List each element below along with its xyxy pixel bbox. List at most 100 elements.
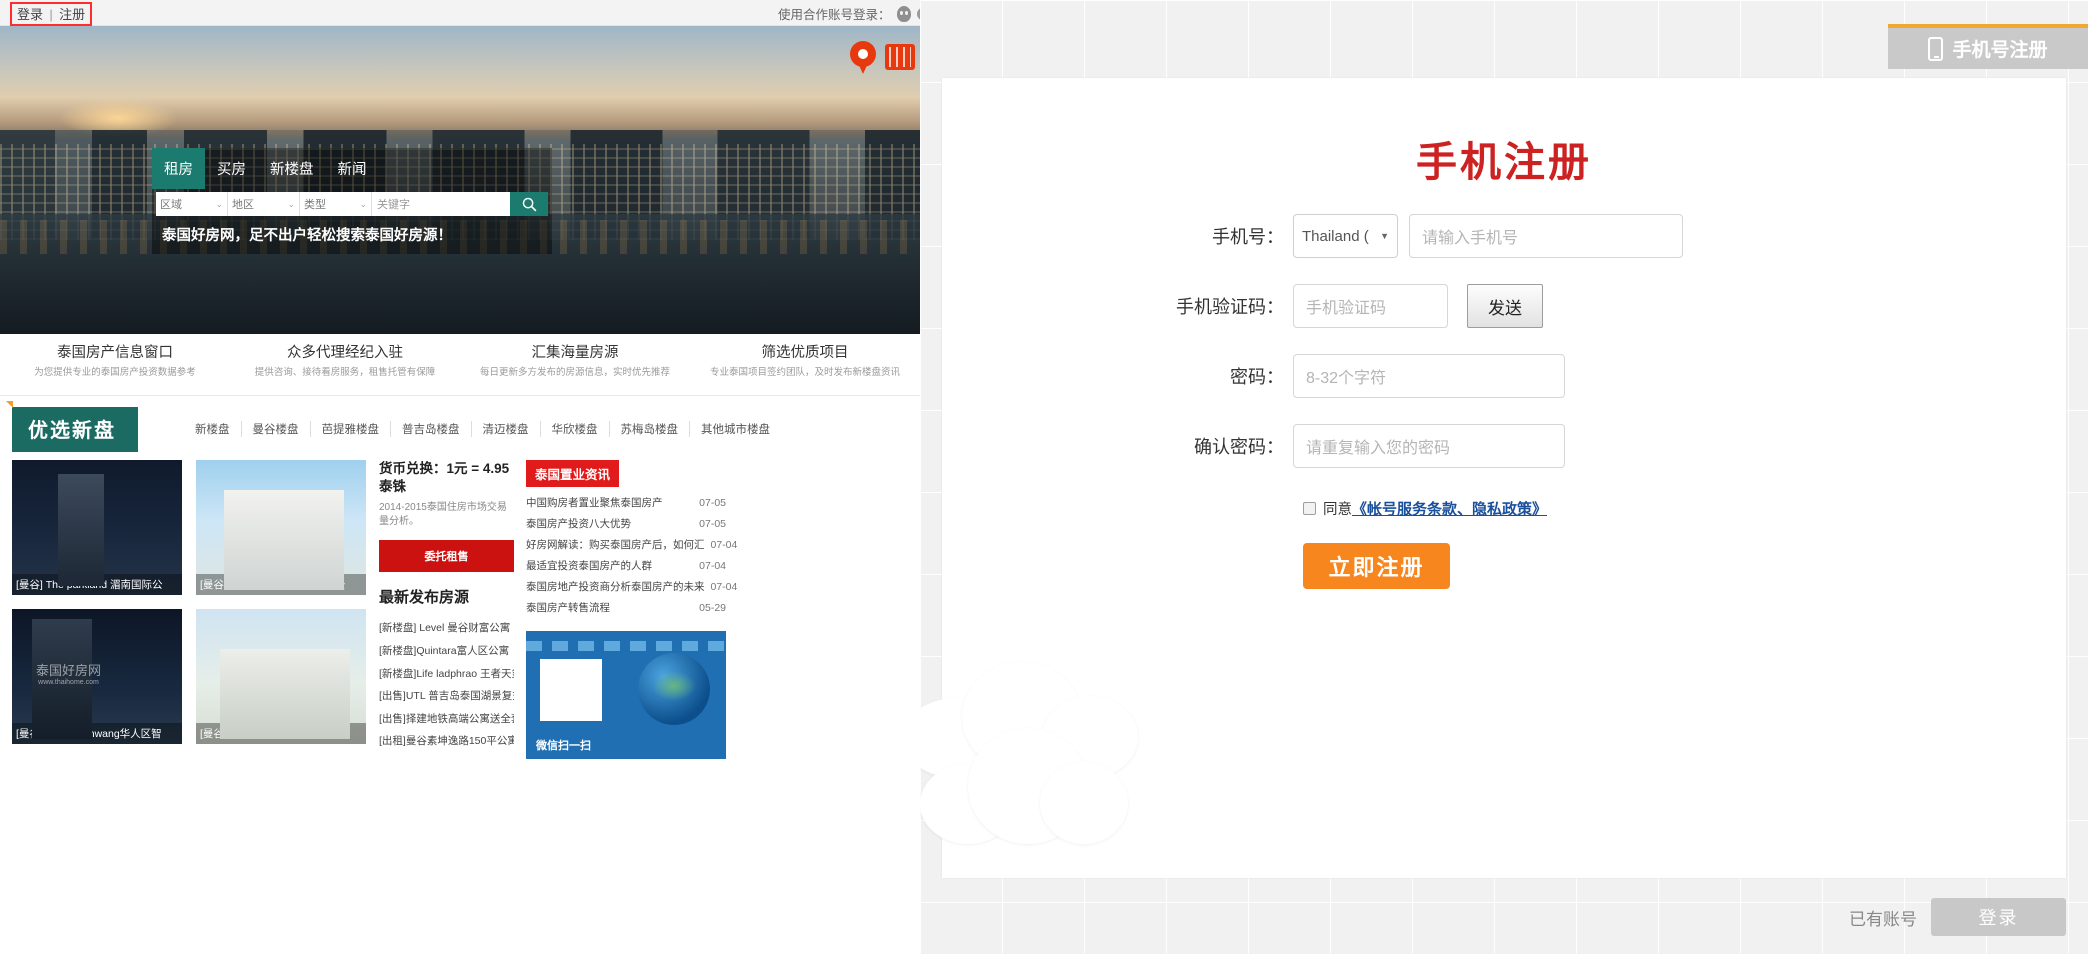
search-button[interactable] [510,192,548,216]
feature-desc: 为您提供专业的泰国房产投资数据参考 [34,367,196,378]
newest-listings-title: 最新发布房源 [379,589,470,607]
search-icon [522,197,536,211]
field-row-confirm: 确认密码： 请重复输入您的密码 [942,424,2066,468]
list-item[interactable]: [出租]曼谷素坤逸路150平公寓，只 [379,730,514,753]
register-submit-button[interactable]: 立即注册 [1303,543,1450,589]
section-tab-4[interactable]: 清迈楼盘 [472,421,541,437]
section-tab-1[interactable]: 曼谷楼盘 [242,421,311,437]
field-row-code: 手机验证码： 手机验证码 发送 [942,284,2066,328]
phone-input[interactable]: 请输入手机号 [1409,214,1683,258]
news-item[interactable]: 好房网解读：购买泰国房产后，如何汇 07-04 [526,535,737,556]
site-topbar: 登录 | 注册 使用合作账号登录： [0,0,920,26]
section-tab-2[interactable]: 芭提雅楼盘 [311,421,391,437]
feature-strip: 泰国房产信息窗口 为您提供专业的泰国房产投资数据参考 众多代理经纪入驻 提供咨询… [0,334,920,396]
overlay-footer: 已有账号 登录 [1849,898,2066,936]
section-tab-7[interactable]: 其他城市楼盘 [690,421,781,437]
phone-icon [1928,36,1944,61]
feature-item: 汇集海量房源 每日更新多方发布的房源信息，实时优先推荐 [460,334,690,395]
chevron-down-icon: ⌄ [359,198,367,209]
tab-phone-register[interactable]: 手机号注册 [1888,24,2088,69]
password-input[interactable]: 8-32个字符 [1293,354,1565,398]
property-card[interactable]: [曼谷] The parkland 湄南国际公 [12,460,182,595]
chevron-down-icon: ⌄ [287,198,295,209]
select-region[interactable]: 区域 ⌄ [156,192,228,216]
qq-icon[interactable] [896,5,911,22]
keyword-input[interactable]: 关键字 [372,192,510,216]
wechat-qr-panel: 微信扫一扫 [526,631,726,759]
entrust-rent-button[interactable]: 委托租售 [379,540,514,573]
section-tab-0[interactable]: 新楼盘 [184,421,242,437]
property-card[interactable]: [曼谷] Maestro 03使馆区花园公 [196,460,366,595]
news-badge: 泰国置业资讯 [526,460,620,487]
section-title: 优选新盘 [6,400,138,452]
section-header: 优选新盘 新楼盘 曼谷楼盘 芭提雅楼盘 普吉岛楼盘 清迈楼盘 华欣楼盘 苏梅岛楼… [0,400,920,452]
list-item[interactable]: [新楼盘]Life ladphrao 王者天玺公 [379,663,514,686]
section-tab-6[interactable]: 苏梅岛楼盘 [610,421,690,437]
search-tab-new[interactable]: 新楼盘 [258,148,326,189]
country-code-select[interactable]: Thailand ( ▼ [1293,214,1398,258]
password-label: 密码： [1230,367,1284,387]
feature-item: 众多代理经纪入驻 提供咨询、接待看房服务，租售托管有保障 [230,334,460,395]
fx-rate-sub: 2014-2015泰国住房市场交易量分析。 [379,502,507,528]
feature-title: 众多代理经纪入驻 [287,345,403,361]
news-item[interactable]: 中国购房者置业聚焦泰国房产 07-05 [526,493,726,514]
cloud-decoration [920,718,1140,848]
agreement-checkbox[interactable] [1303,502,1316,515]
section-tabs: 新楼盘 曼谷楼盘 芭提雅楼盘 普吉岛楼盘 清迈楼盘 华欣楼盘 苏梅岛楼盘 其他城… [184,421,781,437]
map-book-icon[interactable] [885,44,915,70]
chevron-down-icon: ▼ [1380,231,1389,241]
search-tab-rent[interactable]: 租房 [152,148,205,189]
news-item[interactable]: 泰国房产转售流程 05-29 [526,598,726,619]
verification-code-input[interactable]: 手机验证码 [1293,284,1448,328]
search-tab-news[interactable]: 新闻 [326,148,379,189]
search-tab-buy[interactable]: 买房 [205,148,258,189]
feature-title: 汇集海量房源 [531,345,619,361]
topbar-separator: | [49,7,53,22]
select-type[interactable]: 类型 ⌄ [300,192,372,216]
map-pin-icon[interactable] [850,41,876,75]
login-register-box[interactable]: 登录 | 注册 [10,2,93,26]
agreement-link[interactable]: 《帐号服务条款、隐私政策》 [1352,498,1547,519]
list-item[interactable]: [新楼盘]Quintara富人区公寓 [379,640,514,663]
confirm-password-label: 确认密码： [1194,437,1284,457]
news-item[interactable]: 最适宜投资泰国房产的人群 07-04 [526,556,726,577]
confirm-password-input[interactable]: 请重复输入您的密码 [1293,424,1565,468]
chevron-down-icon: ⌄ [215,198,223,209]
have-account-label: 已有账号 [1849,909,1917,929]
feature-desc: 每日更新多方发布的房源信息，实时优先推荐 [479,367,670,378]
phone-label: 手机号： [1212,227,1284,247]
partner-login-label: 使用合作账号登录： [778,8,891,22]
verification-code-label: 手机验证码： [1176,297,1284,317]
property-card[interactable]: [曼谷] Ladphrao15 尊可国际公 [196,609,366,744]
country-code-value: Thailand ( [1302,227,1369,245]
feature-item: 泰国房产信息窗口 为您提供专业的泰国房产投资数据参考 [0,334,230,395]
list-item[interactable]: [出售]择建地铁高端公寓送全套家具 [379,708,514,731]
news-list: 中国购房者置业聚焦泰国房产 07-05 泰国房产投资八大优势 07-05 好房网解读… [526,493,737,619]
list-item[interactable]: [新楼盘] Level 曼谷财富公寓 [379,617,514,640]
select-district[interactable]: 地区 ⌄ [228,192,300,216]
property-card-caption: [曼谷] The parkland 湄南国际公 [12,574,182,595]
qr-caption: 微信扫一扫 [536,740,591,752]
news-item[interactable]: 泰国房地产投资商分析泰国房产的未来 07-04 [526,577,737,598]
field-row-password: 密码： 8-32个字符 [942,354,2066,398]
send-code-button[interactable]: 发送 [1467,284,1543,328]
topbar-login-link[interactable]: 登录 [17,7,43,22]
property-card-grid: [曼谷] The parkland 湄南国际公 [曼谷] Maestro 03使… [12,460,367,759]
section-tab-3[interactable]: 普吉岛楼盘 [391,421,472,437]
list-item[interactable]: [出售]UTL 普吉岛泰国湖景复式公寓 [379,685,514,708]
tab-phone-register-label: 手机号注册 [1952,40,2048,61]
field-row-phone: 手机号： Thailand ( ▼ 请输入手机号 [942,214,2066,258]
news-item[interactable]: 泰国房产投资八大优势 07-05 [526,514,726,535]
newest-listings-list: [新楼盘] Level 曼谷财富公寓 [新楼盘]Quintara富人区公寓 [新… [379,617,514,752]
select-region-label: 区域 [160,199,182,211]
topbar-register-link[interactable]: 注册 [59,7,85,22]
login-button[interactable]: 登录 [1931,898,2066,936]
section-tab-5[interactable]: 华欣楼盘 [541,421,610,437]
property-card[interactable]: 泰国好房网 www.thaihome.com [曼谷] XT Huaikhwan… [12,609,182,744]
watermark: 泰国好房网 www.thaihome.com [36,663,102,686]
globe-icon [638,653,710,725]
feature-title: 泰国房产信息窗口 [57,345,173,361]
feature-desc: 专业泰国项目签约团队，及时发布新楼盘资讯 [709,367,900,378]
feature-title: 筛选优质项目 [761,345,849,361]
hero-tagline: 泰国好房网，足不出户轻松搜索泰国好房源！ [162,228,452,244]
